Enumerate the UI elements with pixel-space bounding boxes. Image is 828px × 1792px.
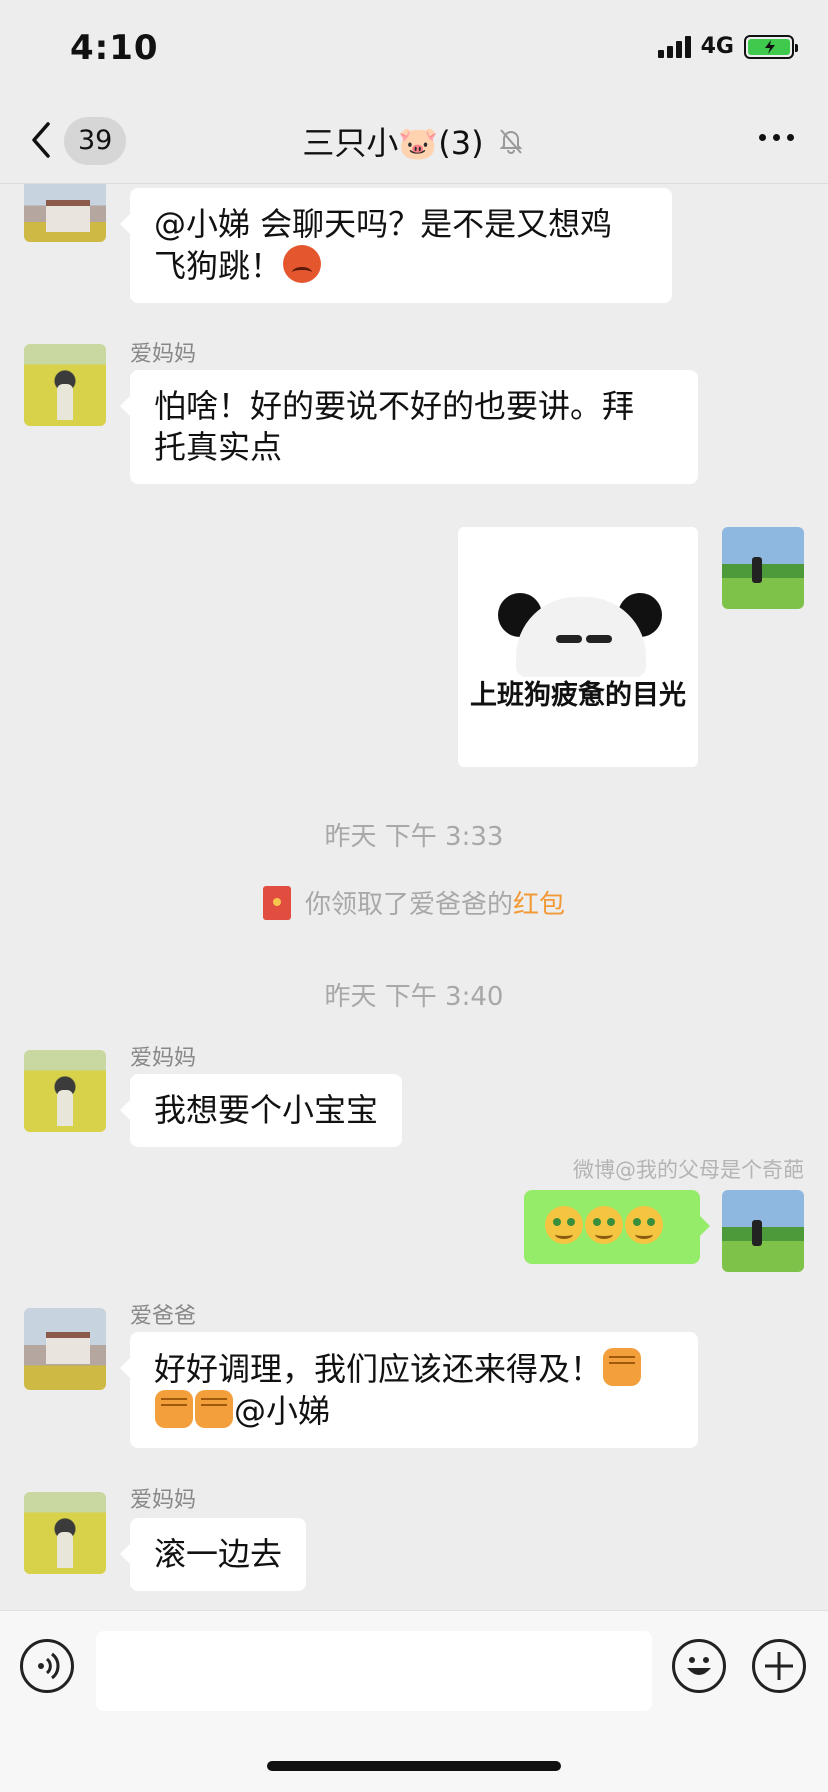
message-input[interactable] [96,1631,652,1711]
message-text: 怕啥！好的要说不好的也要讲。拜 [154,387,635,425]
message-text: 飞狗跳！ [154,247,283,285]
message-text: 滚一边去 [154,1535,283,1573]
plus-icon [765,1652,793,1680]
my-avatar[interactable] [722,1190,804,1272]
message-bubble[interactable]: 滚一边去 [119,1518,307,1591]
angry-face-icon [283,245,322,283]
sender-name: 爱妈妈 [130,342,197,367]
avatar[interactable] [24,344,106,426]
message-bubble[interactable]: 好好调理，我们应该还来得及！ @小娣 [120,1332,698,1448]
message-text: 我想要个小宝宝 [154,1091,379,1129]
sender-name: 爱妈妈 [130,1488,197,1513]
bell-off-icon [499,129,523,154]
fist-icon [603,1348,642,1386]
voice-button[interactable] [20,1639,74,1693]
voice-icon [38,1652,60,1680]
message-bubble[interactable]: 我想要个小宝宝 [119,1074,403,1147]
money-mouth-face-icon [625,1206,663,1244]
more-icon [759,134,766,141]
status-bar: 4:10 4G [0,0,828,100]
money-mouth-face-icon [545,1206,583,1244]
message-text: @小娣 [234,1392,331,1430]
system-message: 你领取了爱爸爸的红包 [0,884,828,921]
timestamp: 昨天 下午 3:40 [324,982,504,1012]
sticker-caption: 上班狗疲惫的目光 [470,680,686,711]
avatar[interactable] [24,1308,106,1390]
message-bubble[interactable]: @小娣 会聊天吗？是不是又想鸡 飞狗跳！ [120,188,672,303]
more-button[interactable] [759,134,794,141]
message-text: 托真实点 [154,428,283,466]
nav-bar: 39 三只小🐷(3) [0,100,828,184]
emoji-button[interactable] [672,1639,726,1693]
message-bubble[interactable]: 怕啥！好的要说不好的也要讲。拜 托真实点 [120,370,698,484]
status-time: 4:10 [70,28,159,68]
my-avatar[interactable] [722,527,804,609]
avatar[interactable] [24,1050,106,1132]
more-actions-button[interactable] [752,1639,806,1693]
status-indicators: 4G [657,34,798,59]
avatar[interactable] [24,184,106,242]
timestamp: 昨天 下午 3:33 [324,822,504,852]
money-mouth-face-icon [585,1206,623,1244]
message-text: 好好调理，我们应该还来得及！ [154,1350,603,1388]
red-envelope-link[interactable]: 红包 [513,890,565,920]
sender-name: 爱妈妈 [130,1046,197,1071]
watermark: 微博@我的父母是个奇葩 [573,1158,804,1182]
message-text: @小娣 会聊天吗？是不是又想鸡 [154,205,613,243]
red-envelope-icon [262,885,291,920]
fist-icon [195,1390,233,1428]
fist-icon [155,1390,193,1428]
chat-area[interactable]: @小娣 会聊天吗？是不是又想鸡 飞狗跳！ 爱妈妈 怕啥！好的要说不好的也要讲。拜… [0,184,828,1610]
home-indicator[interactable] [267,1761,561,1771]
chat-title-group[interactable]: 三只小🐷(3) [0,118,828,164]
network-type: 4G [700,34,734,59]
chat-title: 三只小🐷(3) [302,124,484,162]
message-bubble[interactable] [524,1190,710,1264]
battery-icon [744,34,798,59]
signal-icon [657,35,691,58]
sender-name: 爱爸爸 [130,1304,197,1329]
smiley-icon [687,1657,711,1675]
avatar[interactable] [24,1492,106,1574]
sticker-image[interactable]: 上班狗疲惫的目光 [458,527,698,767]
